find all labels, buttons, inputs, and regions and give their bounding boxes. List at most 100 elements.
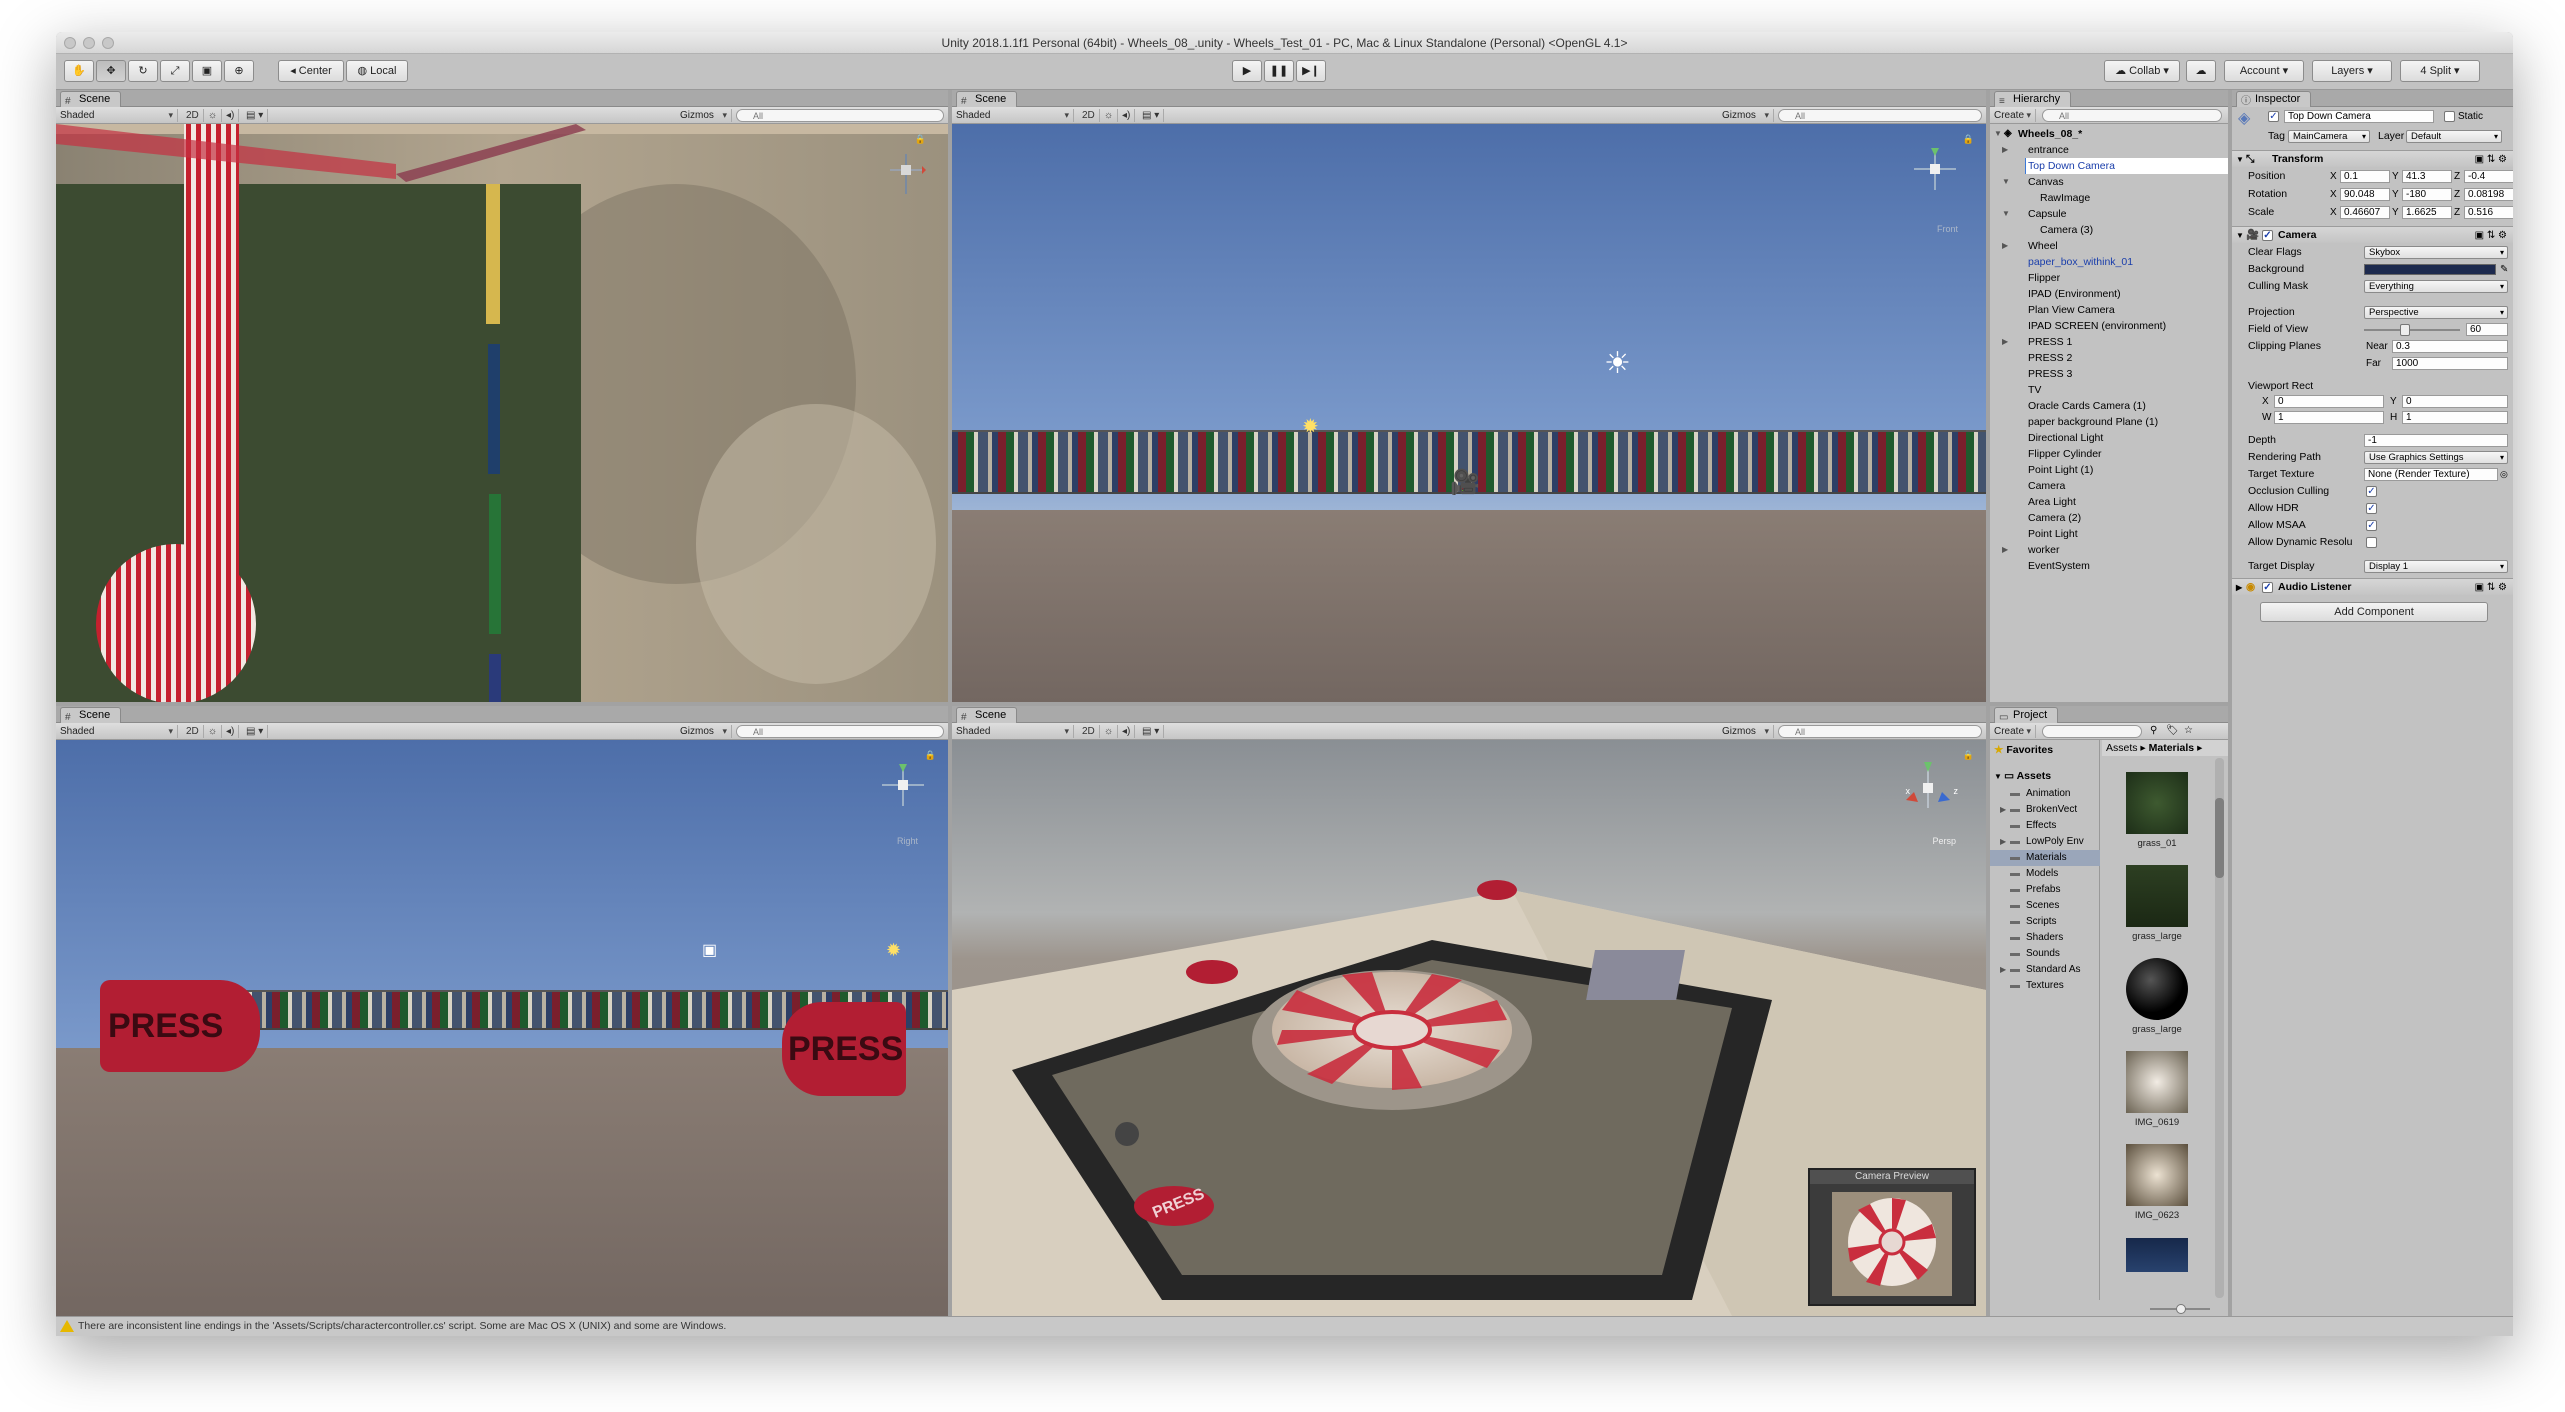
position-x-axis-label[interactable]: X xyxy=(2330,168,2337,185)
hierarchy-search-input[interactable] xyxy=(2042,109,2222,122)
hierarchy-item[interactable]: EventSystem xyxy=(1990,558,2228,574)
asset-thumbnail[interactable] xyxy=(2126,958,2188,1020)
component-settings-icon[interactable]: ▣ ⇅ ⚙ xyxy=(2475,579,2507,596)
play-button[interactable]: ▶ xyxy=(1232,60,1262,82)
hierarchy-item[interactable]: TV xyxy=(1990,382,2228,398)
hierarchy-item[interactable]: PRESS 2 xyxy=(1990,350,2228,366)
asset-thumbnail[interactable] xyxy=(2126,772,2188,834)
breadcrumb-assets[interactable]: Assets xyxy=(2106,742,2138,754)
rotation-z-field[interactable] xyxy=(2464,188,2513,201)
2d-toggle[interactable]: 2D xyxy=(1078,109,1100,122)
transform-header[interactable]: ▼ ⤡ Transform ▣ ⇅ ⚙ xyxy=(2232,150,2513,167)
audio-toggle[interactable]: ◂) xyxy=(1118,109,1136,122)
viewport-y-field[interactable] xyxy=(2402,395,2508,408)
scene-search-input[interactable] xyxy=(1778,109,1982,122)
fold-closed-icon[interactable]: ▶ xyxy=(2000,962,2006,978)
active-checkbox[interactable]: ✓ xyxy=(2268,111,2279,122)
asset-thumbnail[interactable] xyxy=(2126,1051,2188,1113)
hierarchy-item[interactable]: Flipper xyxy=(1990,270,2228,286)
gizmos-dropdown[interactable]: Gizmos xyxy=(676,109,732,122)
transform-tool-button[interactable]: ⊕ xyxy=(224,60,254,82)
favorites-row[interactable]: ★ Favorites xyxy=(1994,744,2053,756)
static-checkbox[interactable] xyxy=(2444,111,2455,122)
scene-canvas-right[interactable]: PRESS PRESS ▣ ✹ 🔒 Right xyxy=(56,740,948,1316)
project-tab[interactable]: ▭ Project xyxy=(1994,707,2059,723)
status-bar[interactable]: There are inconsistent line endings in t… xyxy=(56,1316,2513,1336)
background-color-swatch[interactable] xyxy=(2364,264,2496,275)
hierarchy-item[interactable]: ▶ PRESS 1 xyxy=(1990,334,2228,350)
account-dropdown[interactable]: Account ▾ xyxy=(2224,60,2304,82)
assets-row[interactable]: ▼ ▭ Assets xyxy=(1994,770,2051,782)
hierarchy-item[interactable]: Area Light xyxy=(1990,494,2228,510)
fold-closed-icon[interactable]: ▶ xyxy=(2002,238,2008,254)
effects-toggle[interactable]: ▤ ▾ xyxy=(1138,725,1165,738)
hierarchy-item[interactable]: IPAD SCREEN (environment) xyxy=(1990,318,2228,334)
scene-canvas-top-down[interactable]: 🔒 xyxy=(56,124,948,702)
lighting-toggle[interactable]: ☼ xyxy=(204,725,223,738)
camera-gizmo-icon[interactable]: 🎥 xyxy=(1450,468,1480,497)
lighting-toggle[interactable]: ☼ xyxy=(1100,109,1119,122)
position-y-field[interactable] xyxy=(2402,170,2452,183)
camera-header[interactable]: ▼ 🎥 ✓ Camera ▣ ⇅ ⚙ xyxy=(2232,226,2513,243)
rotation-y-axis-label[interactable]: Y xyxy=(2392,186,2399,203)
orientation-gizmo[interactable] xyxy=(886,150,926,200)
folder-item[interactable]: ▬ Models xyxy=(1990,866,2100,882)
hierarchy-item[interactable]: Camera (2) xyxy=(1990,510,2228,526)
clear-flags-dropdown[interactable]: Skybox xyxy=(2364,246,2508,259)
cloud-button[interactable]: ☁ xyxy=(2186,60,2216,82)
2d-toggle[interactable]: 2D xyxy=(182,725,204,738)
target-display-dropdown[interactable]: Display 1 xyxy=(2364,560,2508,573)
scene-canvas-perspective[interactable]: PRESS 🔒 x z Persp Camera Preview xyxy=(952,740,1986,1316)
scrollbar-thumb[interactable] xyxy=(2215,798,2224,878)
fold-open-icon[interactable]: ▼ xyxy=(2002,206,2010,222)
effects-toggle[interactable]: ▤ ▾ xyxy=(242,725,269,738)
scene-root-row[interactable]: ▼ ◈ Wheels_08_* xyxy=(1990,126,2228,142)
projection-dropdown[interactable]: Perspective xyxy=(2364,306,2508,319)
layer-dropdown[interactable]: Default xyxy=(2406,130,2502,143)
component-settings-icon[interactable]: ▣ ⇅ ⚙ xyxy=(2475,151,2507,168)
layout-dropdown[interactable]: 4 Split ▾ xyxy=(2400,60,2480,82)
step-button[interactable]: ▶❙ xyxy=(1296,60,1326,82)
hierarchy-item[interactable]: Point Light xyxy=(1990,526,2228,542)
hierarchy-item[interactable]: ▼ Capsule xyxy=(1990,206,2228,222)
audio-toggle[interactable]: ◂) xyxy=(222,109,240,122)
rotate-tool-button[interactable]: ↻ xyxy=(128,60,158,82)
scene-tab[interactable]: # Scene xyxy=(60,91,122,107)
scale-x-axis-label[interactable]: X xyxy=(2330,204,2337,221)
scene-search-input[interactable] xyxy=(1778,725,1982,738)
folder-item[interactable]: ▬ Prefabs xyxy=(1990,882,2100,898)
scene-search-input[interactable] xyxy=(736,725,944,738)
effects-toggle[interactable]: ▤ ▾ xyxy=(1138,109,1165,122)
hierarchy-item[interactable]: Directional Light xyxy=(1990,430,2228,446)
tag-dropdown[interactable]: MainCamera xyxy=(2288,130,2370,143)
move-tool-button[interactable]: ✥ xyxy=(96,60,126,82)
scene-tab[interactable]: # Scene xyxy=(956,91,1018,107)
directional-light-icon[interactable]: ▣ xyxy=(702,940,717,960)
camera-enabled-checkbox[interactable]: ✓ xyxy=(2262,230,2273,241)
shading-dropdown[interactable]: Shaded xyxy=(952,725,1074,738)
lighting-toggle[interactable]: ☼ xyxy=(204,109,223,122)
gizmos-dropdown[interactable]: Gizmos xyxy=(676,725,732,738)
fold-closed-icon[interactable]: ▶ xyxy=(2000,802,2006,818)
scale-z-axis-label[interactable]: Z xyxy=(2454,204,2460,221)
hierarchy-item[interactable]: RawImage xyxy=(1990,190,2228,206)
hierarchy-tab[interactable]: ≡ Hierarchy xyxy=(1994,91,2072,107)
audio-listener-header[interactable]: ▶ ◉ ✓ Audio Listener ▣ ⇅ ⚙ xyxy=(2232,578,2513,595)
orientation-gizmo[interactable] xyxy=(878,760,928,810)
fold-closed-icon[interactable]: ▶ xyxy=(2002,542,2008,558)
position-z-field[interactable] xyxy=(2464,170,2513,183)
rect-tool-button[interactable]: ▣ xyxy=(192,60,222,82)
dynamic-resolution-checkbox[interactable] xyxy=(2366,537,2377,548)
directional-light-icon[interactable]: ☀ xyxy=(1604,346,1631,381)
hierarchy-item[interactable]: paper background Plane (1) xyxy=(1990,414,2228,430)
position-z-axis-label[interactable]: Z xyxy=(2454,168,2460,185)
breadcrumb-materials[interactable]: Materials xyxy=(2149,742,2195,754)
hierarchy-item[interactable]: Oracle Cards Camera (1) xyxy=(1990,398,2228,414)
scene-view-bottom-left[interactable]: #Scene Shaded 2D ☼ ◂) ▤ ▾ Gizmos PRESS P… xyxy=(56,706,948,1316)
folder-item[interactable]: ▬ Textures xyxy=(1990,978,2100,994)
add-component-button[interactable]: Add Component xyxy=(2260,602,2488,622)
position-x-field[interactable] xyxy=(2340,170,2390,183)
fov-slider[interactable] xyxy=(2364,324,2460,336)
depth-field[interactable] xyxy=(2364,434,2508,447)
hierarchy-item[interactable]: Camera (3) xyxy=(1990,222,2228,238)
